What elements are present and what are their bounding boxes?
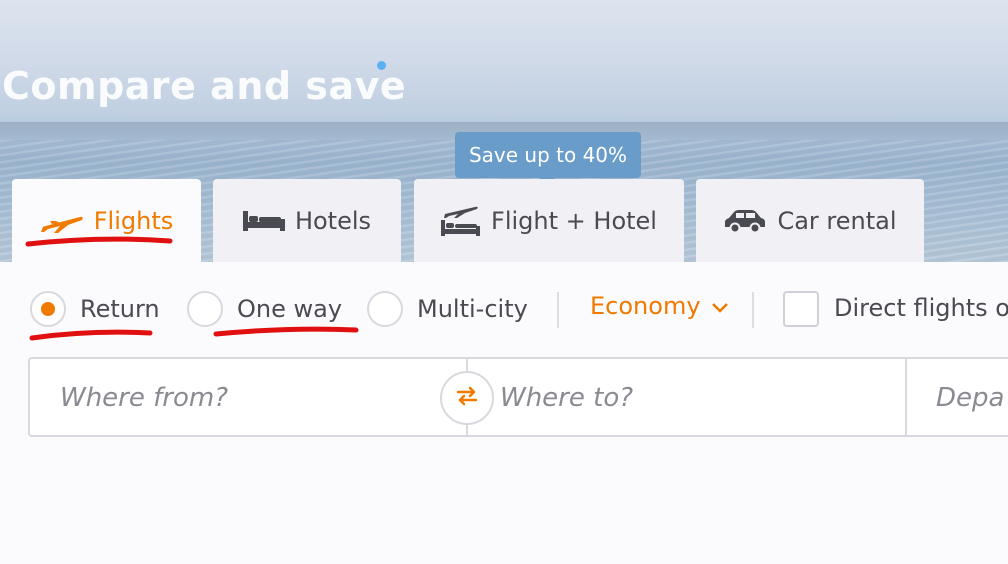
radio-return[interactable]: Return [30,288,160,330]
tab-label: Flights [93,206,174,235]
hero-title: Compare and save [2,64,407,108]
tab-label: Car rental [777,206,897,235]
chevron-down-icon [711,292,729,320]
promo-badge: Save up to 40% [455,132,641,186]
cabin-class-dropdown[interactable]: Economy [590,292,729,320]
where-to-input[interactable] [500,360,890,436]
radio-button[interactable] [187,291,223,327]
plane-bed-icon [441,204,481,238]
tab-hotels[interactable]: Hotels [213,179,401,262]
divider [752,292,754,328]
plane-icon [40,209,84,233]
bed-icon [242,209,285,233]
where-from-input[interactable] [60,360,430,436]
cabin-class-value: Economy [590,292,701,320]
radio-multi-city[interactable]: Multi-city [367,288,528,330]
tab-flight-hotel[interactable]: Flight + Hotel [414,179,684,262]
field-separator [905,357,907,437]
tab-label: Flight + Hotel [491,206,657,235]
radio-one-way[interactable]: One way [187,288,342,330]
radio-button[interactable] [367,291,403,327]
radio-button[interactable] [30,291,66,327]
cursor-dot [377,61,386,70]
swap-button[interactable] [440,371,494,425]
radio-label: One way [237,295,343,323]
tab-flights[interactable]: Flights [12,179,201,262]
swap-arrows-icon [454,385,480,411]
direct-flights-checkbox[interactable] [783,291,819,327]
car-icon [723,209,767,233]
divider [557,292,559,328]
radio-label: Multi-city [417,295,528,323]
tab-car-rental[interactable]: Car rental [696,179,924,262]
direct-flights-label: Direct flights o [834,294,1008,322]
depart-date-input[interactable] [936,360,1008,436]
radio-label: Return [80,295,160,323]
tab-label: Hotels [294,206,372,235]
